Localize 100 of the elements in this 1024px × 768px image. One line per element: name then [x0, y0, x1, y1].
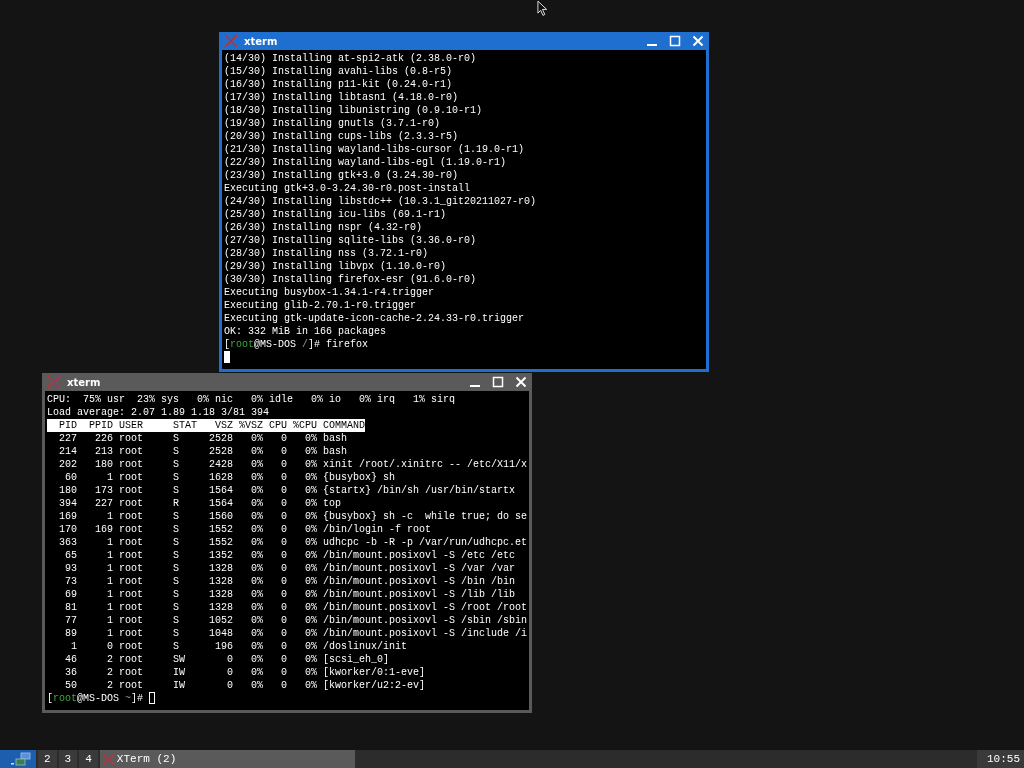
table-cell-text: 0%: [304, 523, 317, 536]
table-cell-text: 1: [106, 601, 113, 614]
table-cell-text: 226: [94, 432, 113, 445]
workspace-button[interactable]: 3: [58, 750, 78, 768]
taskbar-button[interactable]: XTerm (2): [99, 750, 355, 768]
table-cell-text: S: [172, 458, 180, 471]
table-cell-text: S: [172, 432, 180, 445]
table-cell-text: 46: [64, 653, 77, 666]
table-cell-text: 0: [280, 666, 287, 679]
terminal-line: (30/30) Installing firefox-esr (91.6.0-r0): [224, 273, 478, 286]
table-cell-text: 69: [64, 588, 77, 601]
table-cell-text: 1: [106, 627, 113, 640]
window-title: xterm: [244, 35, 278, 47]
table-cell-text: 0: [280, 627, 287, 640]
table-cell-text: IW: [172, 679, 186, 692]
table-cell-text: 173: [94, 484, 113, 497]
table-cell-text: 0: [280, 562, 287, 575]
table-cell-text: 0%: [304, 627, 317, 640]
table-cell-text: root: [118, 627, 144, 640]
table-cell-text: 0: [280, 549, 287, 562]
table-cell-text: 394: [58, 497, 77, 510]
table-cell-text: root: [118, 510, 144, 523]
column-header: PID: [58, 419, 77, 432]
table-cell-text: 0%: [304, 562, 317, 575]
table-cell-text: root: [118, 471, 144, 484]
table-cell-text: 0%: [250, 497, 263, 510]
table-cell-text: bash: [322, 432, 348, 445]
table-cell-text: 363: [58, 536, 77, 549]
terminal-line: (27/30) Installing sqlite-libs (3.36.0-r0): [224, 234, 478, 247]
table-cell-text: 0: [280, 640, 287, 653]
table-cell-text: 1352: [208, 549, 233, 562]
window-title: xterm: [67, 376, 101, 388]
table-cell-text: /bin/mount.posixovl -S /root /root: [322, 601, 528, 614]
table-cell-text: 0%: [304, 640, 317, 653]
terminal-line: Executing glib-2.70.1-r0.trigger: [224, 299, 418, 312]
table-cell-text: 0: [280, 575, 287, 588]
maximize-icon[interactable]: [669, 35, 681, 47]
table-cell-text: 93: [64, 562, 77, 575]
table-cell-text: 0%: [250, 614, 263, 627]
terminal-line: CPU: 75% usr 23% sys 0% nic 0% idle 0% io 0% irq 1% sirq: [47, 393, 457, 406]
table-cell-text: bash: [322, 445, 348, 458]
table-cell-text: 1328: [208, 601, 233, 614]
table-cell-text: root: [118, 640, 144, 653]
table-cell-text: 0%: [304, 666, 317, 679]
terminal-line: (14/30) Installing at-spi2-atk (2.38.0-r0): [224, 52, 478, 65]
table-cell-text: 1: [106, 471, 113, 484]
command-text: firefox: [326, 339, 369, 350]
maximize-icon[interactable]: [492, 376, 504, 388]
table-cell-text: 0%: [304, 536, 317, 549]
table-cell-text: root: [118, 484, 144, 497]
table-cell-text: 0%: [250, 640, 263, 653]
workspace-button[interactable]: [0, 750, 36, 768]
table-cell-text: {busybox} sh -c while true; do se: [322, 510, 528, 523]
table-cell-text: /bin/mount.posixovl -S /bin /bin: [322, 575, 517, 588]
table-cell-text: 2: [106, 653, 113, 666]
table-cell-text: 60: [64, 471, 77, 484]
terminal-line: (22/30) Installing wayland-libs-egl (1.19.0-r1): [224, 156, 508, 169]
terminal-line: (21/30) Installing wayland-libs-cursor (1.19.0-r1): [224, 143, 526, 156]
table-cell-text: 2: [106, 679, 113, 692]
workspace-button[interactable]: 2: [38, 750, 57, 768]
table-cell-text: 0%: [250, 679, 263, 692]
terminal-line: (16/30) Installing p11-kit (0.24.0-r1): [224, 78, 454, 91]
close-icon[interactable]: [692, 35, 704, 47]
table-cell-text: /bin/login -f root: [322, 523, 433, 536]
terminal-line: (26/30) Installing nspr (4.32-r0): [224, 221, 424, 234]
table-cell-text: 0: [280, 601, 287, 614]
table-cell-text: S: [172, 445, 180, 458]
column-header: USER: [118, 419, 144, 432]
table-cell-text: 0%: [250, 523, 263, 536]
table-cell-text: 0: [280, 471, 287, 484]
table-cell-text: S: [172, 471, 180, 484]
x-logo-icon: [224, 34, 238, 48]
table-cell-text: 214: [58, 445, 77, 458]
table-cell-text: 0%: [304, 471, 317, 484]
table-cell-text: 0%: [304, 432, 317, 445]
table-cell-text: 169: [58, 510, 77, 523]
table-cell-text: 227: [94, 497, 113, 510]
workspace-button[interactable]: 4: [79, 750, 98, 768]
table-cell-text: 0%: [304, 497, 317, 510]
table-cell-text: root: [118, 445, 144, 458]
terminal-line: (19/30) Installing gnutls (3.7.1-r0): [224, 117, 442, 130]
table-cell-text: 0%: [250, 627, 263, 640]
terminal-line: (17/30) Installing libtasn1 (4.18.0-r0): [224, 91, 460, 104]
table-cell-text: root: [118, 562, 144, 575]
table-cell-text: root: [118, 536, 144, 549]
table-cell-text: 81: [64, 601, 77, 614]
table-cell-text: 0%: [250, 432, 263, 445]
table-cell-text: S: [172, 614, 180, 627]
table-cell-text: S: [172, 601, 180, 614]
x-logo-icon: [102, 753, 114, 765]
terminal-line: (18/30) Installing libunistring (0.9.10-r1): [224, 104, 484, 117]
table-cell-text: 0%: [304, 614, 317, 627]
table-cell-text: 0%: [250, 575, 263, 588]
terminal-line: Executing gtk-update-icon-cache-2.24.33-r0.trigger: [224, 312, 526, 325]
table-cell-text: 0%: [250, 510, 263, 523]
table-cell-text: 36: [64, 666, 77, 679]
close-icon[interactable]: [515, 376, 527, 388]
table-cell-text: 202: [58, 458, 77, 471]
table-cell-text: {busybox} sh: [322, 471, 396, 484]
table-cell-text: 1: [106, 510, 113, 523]
